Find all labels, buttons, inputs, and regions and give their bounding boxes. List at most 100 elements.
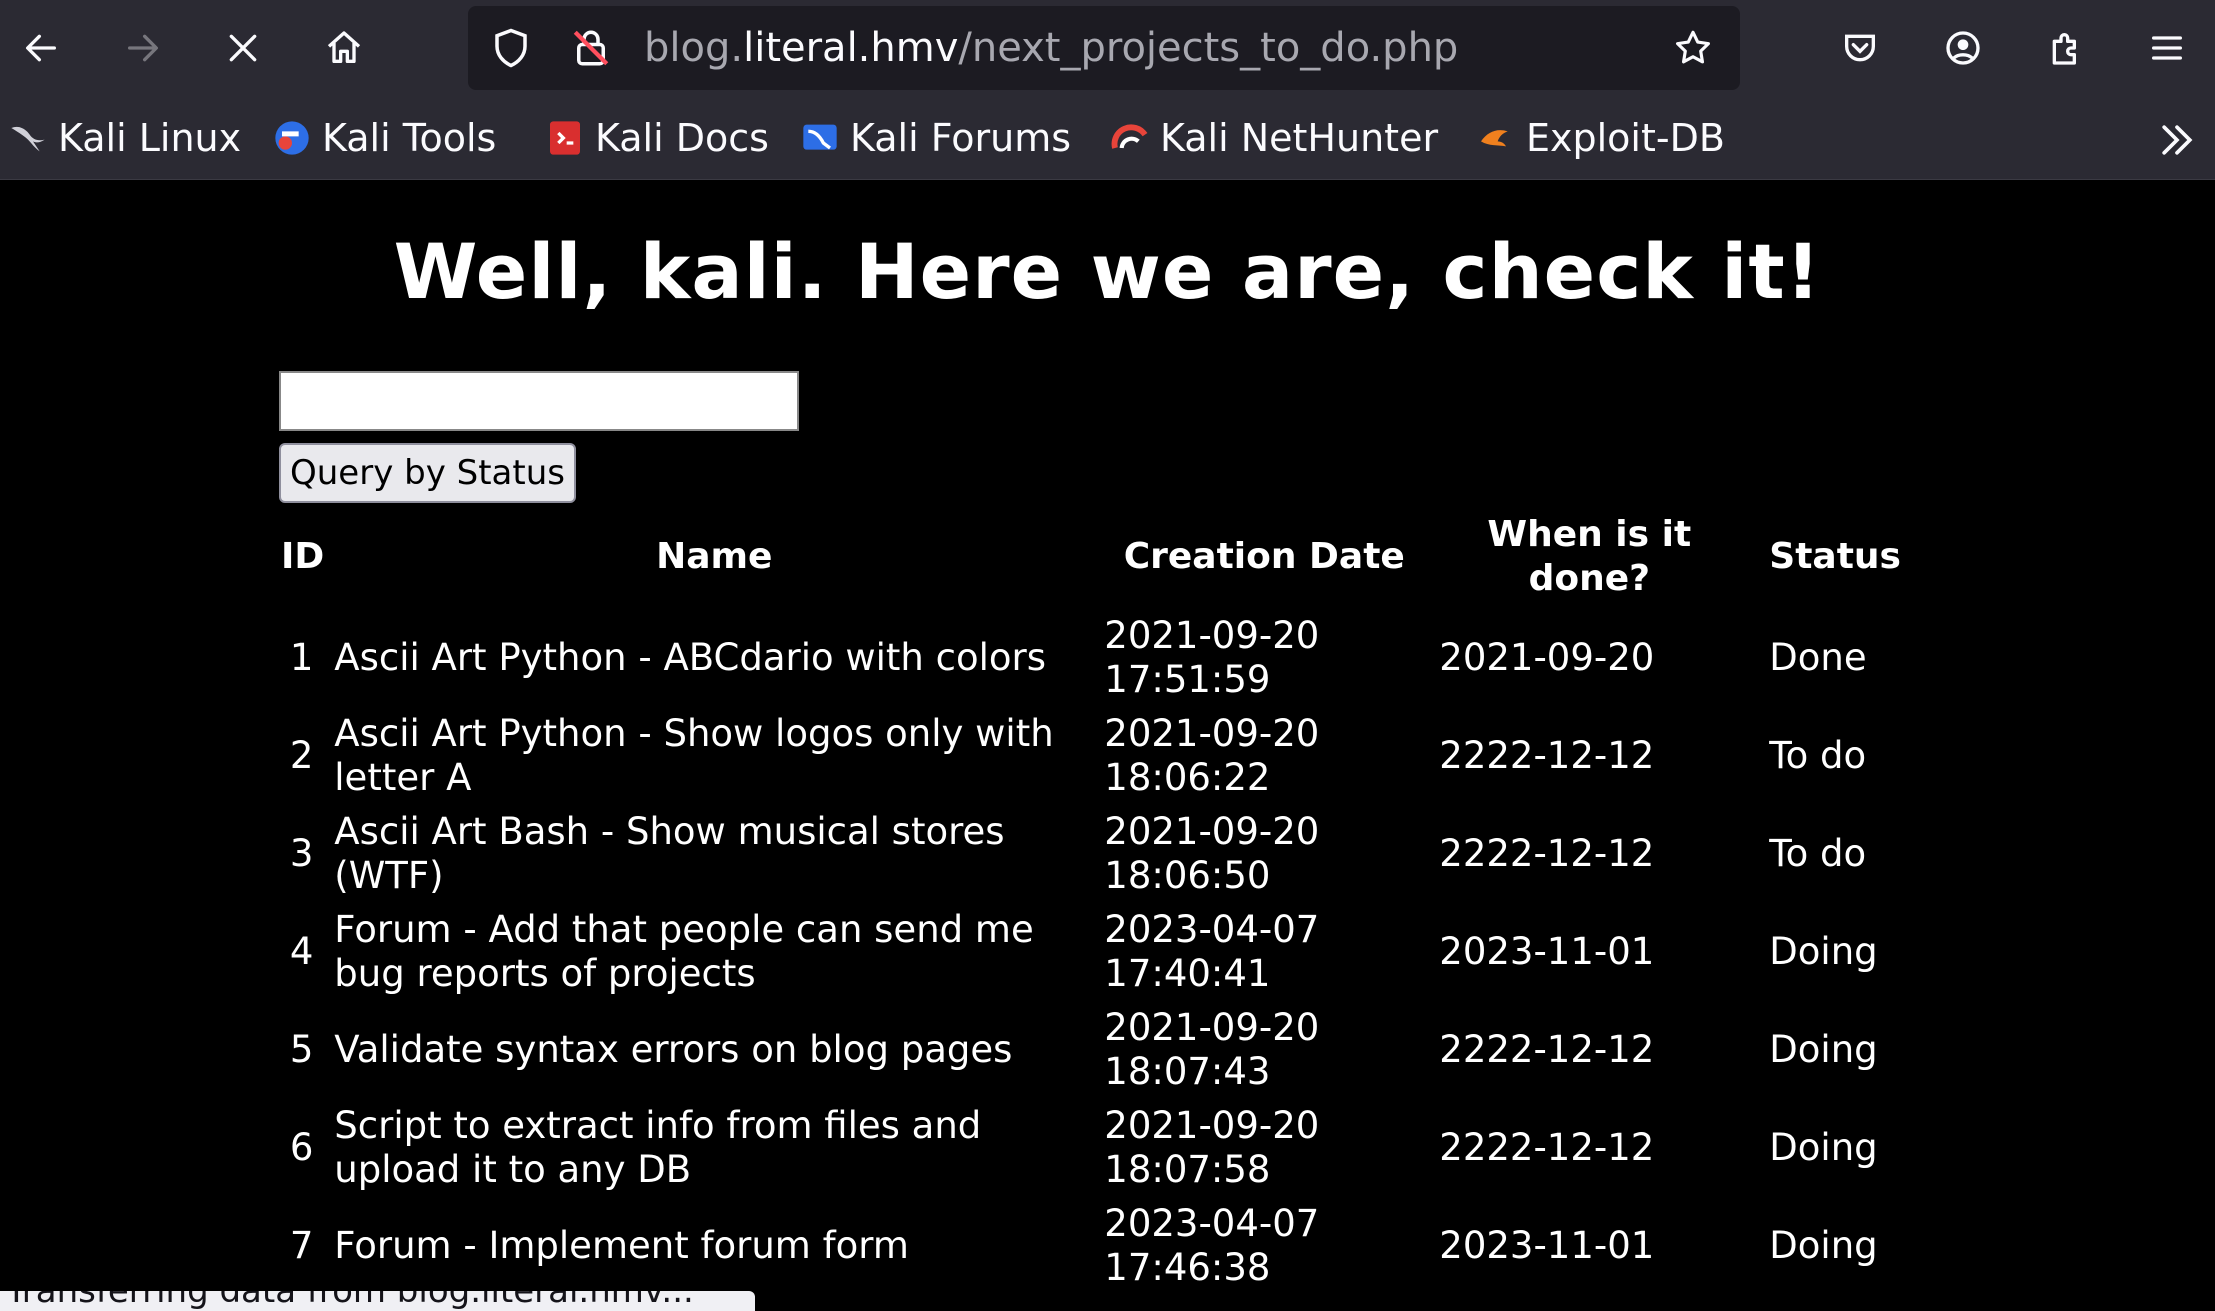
cell-status: To do bbox=[1769, 734, 1867, 777]
pocket-button[interactable] bbox=[1829, 17, 1891, 79]
url-text[interactable]: blog.literal.hmv/next_projects_to_do.php bbox=[644, 26, 1458, 70]
cell-when-done: 2222-12-12 bbox=[1439, 734, 1655, 777]
menu-button[interactable] bbox=[2136, 17, 2198, 79]
bookmark-kali-forums[interactable]: Kali Forums bbox=[800, 114, 1071, 162]
bookmark-label: Kali Tools bbox=[322, 116, 497, 160]
table-header-row: ID Name Creation Date When is it done? S… bbox=[279, 507, 1974, 607]
cell-when-done: 2222-12-12 bbox=[1439, 1028, 1655, 1071]
cell-when-done: 2023-11-01 bbox=[1439, 1224, 1655, 1267]
cell-name: Forum - Implement forum form bbox=[334, 1224, 909, 1267]
table-row: 3 Ascii Art Bash - Show musical stores (W… bbox=[279, 807, 1974, 901]
bookmark-label: Exploit-DB bbox=[1526, 116, 1725, 160]
url-domain: literal.hmv bbox=[743, 25, 959, 71]
pocket-icon bbox=[1845, 34, 1875, 62]
bookmark-kali-nethunter[interactable]: Kali NetHunter bbox=[1110, 114, 1438, 162]
cell-creation-date: 2021-09-20 18:06:22 bbox=[1104, 712, 1320, 799]
cell-creation-date: 2023-04-07 17:46:38 bbox=[1104, 1202, 1320, 1289]
page-content: Well, kali. Here we are, check it! Query… bbox=[0, 181, 2215, 1311]
cell-status: Doing bbox=[1769, 1028, 1878, 1071]
table-row: 6 Script to extract info from files and u… bbox=[279, 1101, 1974, 1195]
browser-toolbar: blog.literal.hmv/next_projects_to_do.php bbox=[0, 0, 2215, 96]
page-title: Well, kali. Here we are, check it! bbox=[393, 227, 1822, 316]
column-header-creation-date: Creation Date bbox=[1123, 536, 1405, 577]
cell-id: 1 bbox=[289, 636, 314, 679]
cell-creation-date: 2021-09-20 18:07:58 bbox=[1104, 1104, 1320, 1191]
query-by-status-button[interactable]: Query by Status bbox=[279, 443, 576, 503]
kali-forums-icon bbox=[803, 124, 837, 150]
cell-id: 4 bbox=[289, 930, 314, 973]
column-header-when-done: When is it done? bbox=[1487, 514, 1692, 599]
kali-docs-icon bbox=[550, 121, 580, 155]
bookmark-label: Kali Forums bbox=[850, 116, 1072, 160]
cell-creation-date: 2023-04-07 17:40:41 bbox=[1104, 908, 1320, 995]
stop-button[interactable] bbox=[212, 17, 274, 79]
cell-creation-date: 2021-09-20 18:07:43 bbox=[1104, 1006, 1320, 1093]
cell-name: Forum - Add that people can send me bug … bbox=[334, 908, 1034, 995]
cell-id: 2 bbox=[289, 734, 314, 777]
table-row: 1 Ascii Art Python - ABCdario with colors… bbox=[279, 611, 1974, 705]
cell-status: To do bbox=[1769, 832, 1867, 875]
cell-name: Ascii Art Bash - Show musical stores (WT… bbox=[334, 810, 1005, 897]
status-text: Transferring data from blog.literal.hmv.… bbox=[6, 1291, 694, 1311]
insecure-lock-icon[interactable] bbox=[570, 27, 612, 69]
star-icon[interactable] bbox=[1672, 27, 1714, 69]
hamburger-menu-icon bbox=[2152, 36, 2182, 60]
home-button[interactable] bbox=[313, 17, 375, 79]
cell-creation-date: 2021-09-20 18:06:50 bbox=[1104, 810, 1320, 897]
cell-when-done: 2222-12-12 bbox=[1439, 832, 1655, 875]
cell-creation-date: 2021-09-20 17:51:59 bbox=[1104, 614, 1320, 701]
puzzle-icon bbox=[2052, 33, 2076, 65]
bookmark-kali-docs[interactable]: Kali Docs bbox=[545, 114, 769, 162]
table-row: 5 Validate syntax errors on blog pages 202… bbox=[279, 1003, 1974, 1097]
cell-name: Validate syntax errors on blog pages bbox=[334, 1028, 1013, 1071]
cell-id: 5 bbox=[289, 1028, 314, 1071]
bookmark-kali-tools[interactable]: Kali Tools bbox=[272, 114, 496, 162]
cell-name: Script to extract info from files and up… bbox=[334, 1104, 982, 1191]
cell-when-done: 2222-12-12 bbox=[1439, 1126, 1655, 1169]
bookmark-exploit-db[interactable]: Exploit-DB bbox=[1476, 114, 1725, 162]
cell-name: Ascii Art Python - Show logos only with … bbox=[334, 712, 1054, 799]
bookmark-label: Kali Docs bbox=[595, 116, 769, 160]
kali-nethunter-icon bbox=[1111, 124, 1148, 149]
back-button[interactable] bbox=[10, 17, 72, 79]
extensions-button[interactable] bbox=[2035, 17, 2097, 79]
close-icon bbox=[229, 34, 257, 62]
status-bar: Transferring data from blog.literal.hmv.… bbox=[0, 1291, 755, 1311]
cell-status: Done bbox=[1769, 636, 1867, 679]
bookmark-label: Kali NetHunter bbox=[1160, 116, 1439, 160]
column-header-id: ID bbox=[281, 536, 325, 577]
table-row: 4 Forum - Add that people can send me bug… bbox=[279, 905, 1974, 999]
arrow-left-icon bbox=[26, 34, 56, 62]
arrow-right-icon bbox=[127, 34, 158, 62]
cell-status: Doing bbox=[1769, 930, 1878, 973]
url-path: /next_projects_to_do.php bbox=[958, 25, 1459, 71]
kali-tools-icon bbox=[275, 121, 309, 155]
kali-dragon-icon bbox=[11, 126, 45, 152]
home-icon bbox=[327, 31, 361, 63]
cell-id: 3 bbox=[289, 832, 314, 875]
url-prefix: blog. bbox=[644, 25, 744, 71]
cell-id: 7 bbox=[289, 1224, 314, 1267]
bookmark-label: Kali Linux bbox=[58, 116, 242, 160]
cell-id: 6 bbox=[289, 1126, 314, 1169]
url-bar[interactable]: blog.literal.hmv/next_projects_to_do.php bbox=[468, 6, 1740, 90]
projects-table: ID Name Creation Date When is it done? S… bbox=[269, 503, 1984, 1297]
forward-button[interactable] bbox=[112, 17, 174, 79]
chevron-double-right-icon[interactable] bbox=[2155, 118, 2199, 162]
bookmarks-toolbar: Kali Linux Kali Tools Kali Docs Kali For… bbox=[0, 96, 2215, 180]
cell-when-done: 2023-11-01 bbox=[1439, 930, 1655, 973]
cell-status: Doing bbox=[1769, 1126, 1878, 1169]
table-row: 7 Forum - Implement forum form 2023-04-07 … bbox=[279, 1199, 1974, 1293]
shield-icon[interactable] bbox=[490, 27, 532, 69]
status-input[interactable] bbox=[279, 371, 799, 431]
bookmark-kali-linux[interactable]: Kali Linux bbox=[8, 114, 241, 162]
account-button[interactable] bbox=[1932, 17, 1994, 79]
account-icon bbox=[1946, 31, 1980, 65]
table-row: 2 Ascii Art Python - Show logos only with… bbox=[279, 709, 1974, 803]
cell-name: Ascii Art Python - ABCdario with colors bbox=[334, 636, 1047, 679]
column-header-name: Name bbox=[656, 536, 773, 577]
cell-status: Doing bbox=[1769, 1224, 1878, 1267]
exploit-db-icon bbox=[1481, 130, 1508, 147]
column-header-status: Status bbox=[1769, 536, 1901, 577]
cell-when-done: 2021-09-20 bbox=[1439, 636, 1655, 679]
